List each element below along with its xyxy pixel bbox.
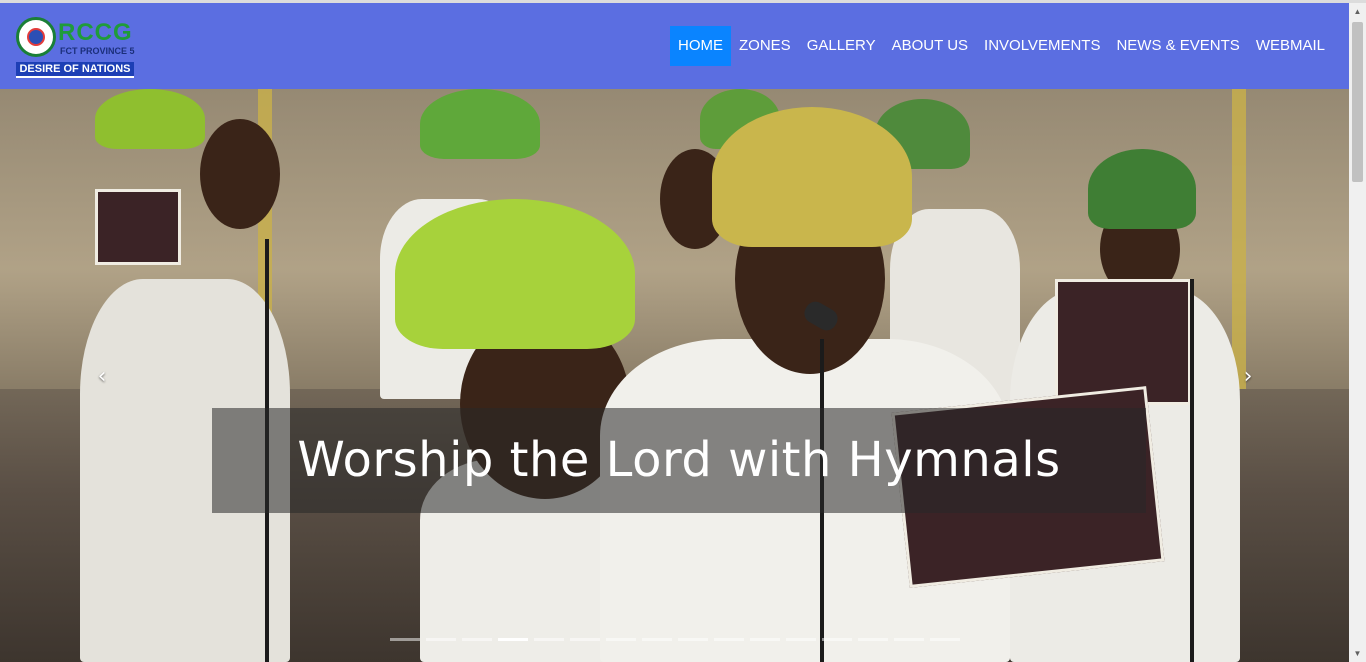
- carousel-indicator[interactable]: [534, 638, 564, 641]
- carousel-indicator[interactable]: [750, 638, 780, 641]
- carousel-prev-button[interactable]: ‹: [90, 365, 114, 389]
- nav-item-gallery[interactable]: GALLERY: [799, 26, 884, 66]
- choir-figure: [200, 119, 280, 229]
- carousel-indicator[interactable]: [858, 638, 888, 641]
- scroll-thumb[interactable]: [1352, 22, 1363, 182]
- carousel-indicator[interactable]: [786, 638, 816, 641]
- page-scrollbar[interactable]: ▲ ▼: [1349, 3, 1366, 662]
- carousel-indicators: [390, 638, 960, 641]
- nav-item-involvements[interactable]: INVOLVEMENTS: [976, 26, 1108, 66]
- carousel-next-button[interactable]: ›: [1236, 365, 1260, 389]
- main-nav: HOME ZONES GALLERY ABOUT US INVOLVEMENTS…: [670, 26, 1333, 66]
- choir-figure: [1088, 149, 1196, 229]
- logo-band: DESIRE OF NATIONS: [16, 62, 134, 78]
- nav-item-news-events[interactable]: NEWS & EVENTS: [1108, 26, 1247, 66]
- choir-figure: [95, 89, 205, 149]
- choir-figure: [1055, 279, 1191, 405]
- chevron-left-icon: ‹: [97, 364, 107, 389]
- slide-caption: Worship the Lord with Hymnals: [297, 432, 1061, 488]
- nav-item-about-us[interactable]: ABOUT US: [884, 26, 976, 66]
- choir-figure: [420, 89, 540, 159]
- carousel-indicator[interactable]: [462, 638, 492, 641]
- logo-text: RCCG: [58, 19, 133, 46]
- nav-item-zones[interactable]: ZONES: [731, 26, 799, 66]
- mic-stand: [1190, 279, 1194, 662]
- logo-emblem-icon: [16, 17, 56, 57]
- scroll-up-arrow-icon[interactable]: ▲: [1349, 3, 1366, 20]
- nav-item-webmail[interactable]: WEBMAIL: [1248, 26, 1333, 66]
- carousel-indicator[interactable]: [606, 638, 636, 641]
- carousel-indicator[interactable]: [894, 638, 924, 641]
- logo-subtitle: FCT PROVINCE 5: [60, 46, 135, 56]
- carousel-indicator[interactable]: [930, 638, 960, 641]
- carousel-indicator[interactable]: [426, 638, 456, 641]
- choir-figure: [95, 189, 181, 265]
- navbar: RCCG FCT PROVINCE 5 DESIRE OF NATIONS HO…: [0, 3, 1349, 89]
- page: RCCG FCT PROVINCE 5 DESIRE OF NATIONS HO…: [0, 0, 1366, 662]
- decor-pillar: [1232, 89, 1246, 389]
- carousel-indicator[interactable]: [714, 638, 744, 641]
- carousel-indicator[interactable]: [498, 638, 528, 641]
- singer-figure: [395, 199, 635, 349]
- scroll-down-arrow-icon[interactable]: ▼: [1349, 645, 1366, 662]
- carousel-indicator[interactable]: [570, 638, 600, 641]
- site-logo[interactable]: RCCG FCT PROVINCE 5 DESIRE OF NATIONS: [16, 17, 136, 79]
- singer-figure: [712, 107, 912, 247]
- nav-item-home[interactable]: HOME: [670, 26, 731, 66]
- carousel-indicator[interactable]: [822, 638, 852, 641]
- chevron-right-icon: ›: [1243, 364, 1253, 389]
- hero-carousel[interactable]: Worship the Lord with Hymnals ‹ ›: [0, 89, 1349, 662]
- carousel-indicator[interactable]: [678, 638, 708, 641]
- carousel-indicator[interactable]: [642, 638, 672, 641]
- carousel-indicator[interactable]: [390, 638, 420, 641]
